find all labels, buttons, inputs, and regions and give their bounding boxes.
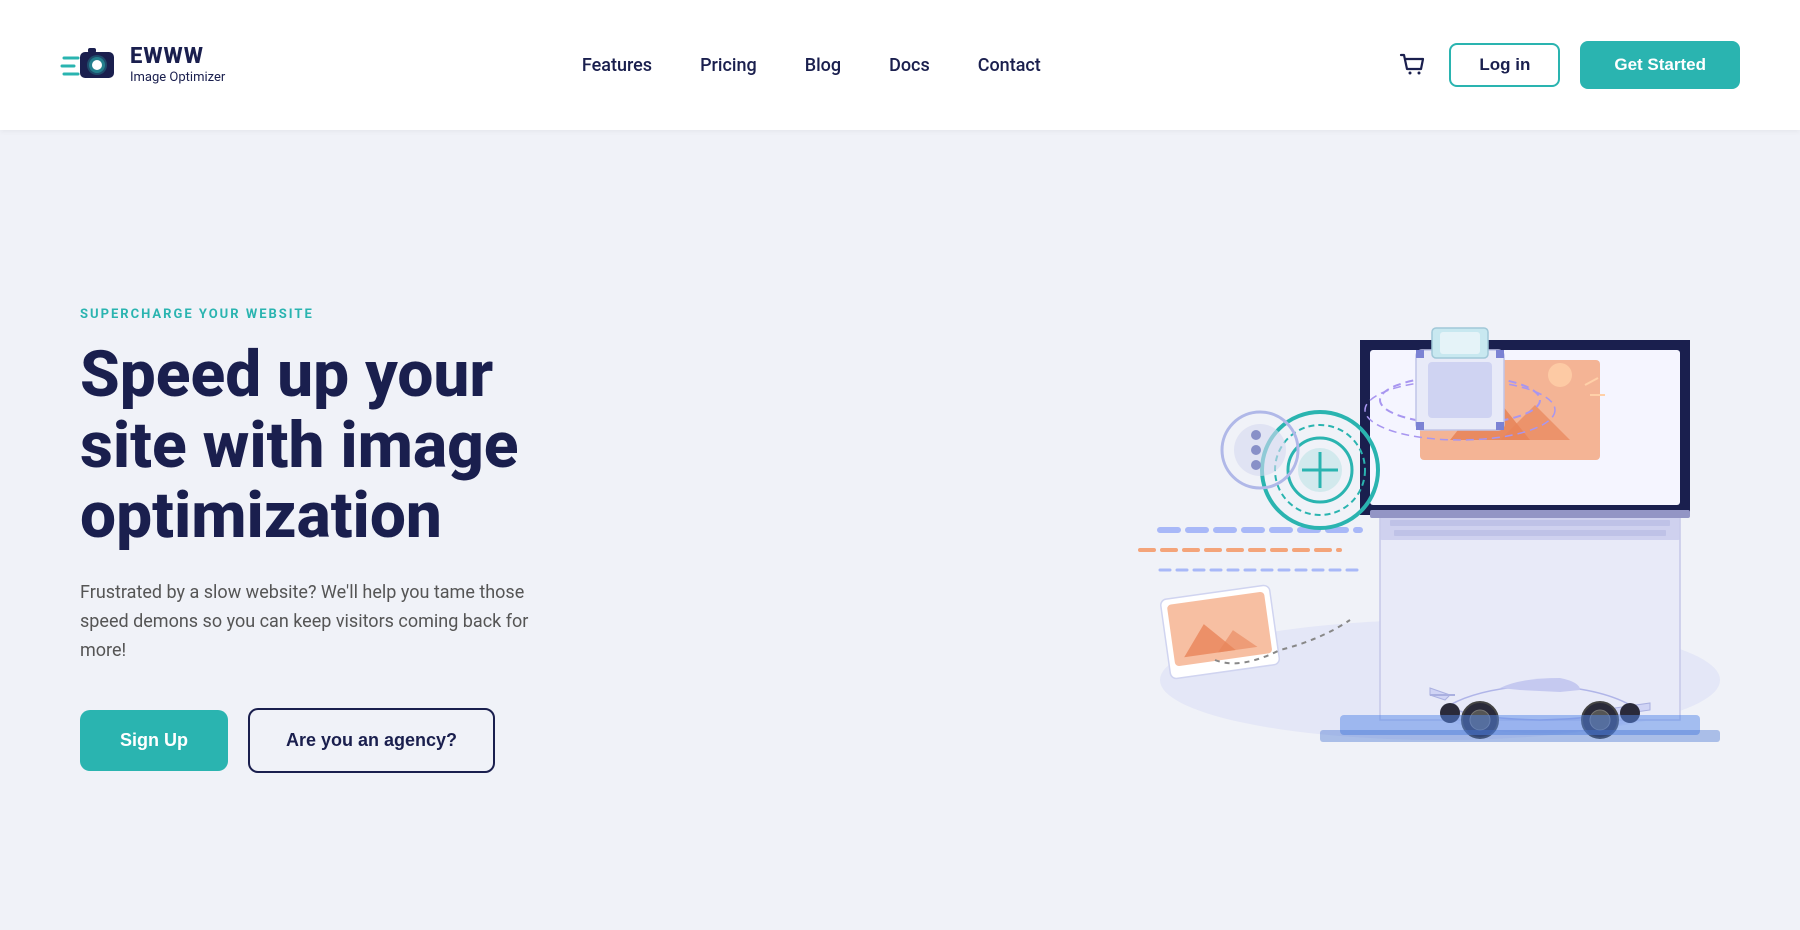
cart-icon[interactable] [1397,49,1429,81]
hero-buttons: Sign Up Are you an agency? [80,708,600,773]
nav-item-docs[interactable]: Docs [889,55,930,76]
hero-eyebrow: SUPERCHARGE YOUR WEBSITE [80,307,600,322]
navbar: EWWW Image Optimizer Features Pricing Bl… [0,0,1800,130]
nav-link-docs[interactable]: Docs [889,55,930,76]
hero-title: Speed up your site with image optimizati… [80,340,600,551]
signup-button[interactable]: Sign Up [80,710,228,771]
nav-link-blog[interactable]: Blog [805,55,841,76]
nav-item-pricing[interactable]: Pricing [700,55,757,76]
nav-right: Log in Get Started [1397,41,1740,89]
logo-link[interactable]: EWWW Image Optimizer [60,36,225,94]
nav-item-features[interactable]: Features [582,55,652,76]
nav-links: Features Pricing Blog Docs Contact [582,55,1041,76]
hero-illustration [600,190,1720,890]
hero-section: SUPERCHARGE YOUR WEBSITE Speed up your s… [0,130,1800,930]
logo-icon [60,36,118,94]
hero-svg [860,160,1760,810]
login-button[interactable]: Log in [1449,43,1560,87]
hero-content: SUPERCHARGE YOUR WEBSITE Speed up your s… [80,307,600,773]
nav-link-features[interactable]: Features [582,55,652,76]
logo-text: EWWW Image Optimizer [130,44,225,86]
nav-link-contact[interactable]: Contact [978,55,1041,76]
agency-button[interactable]: Are you an agency? [248,708,495,773]
nav-link-pricing[interactable]: Pricing [700,55,757,76]
hero-description: Frustrated by a slow website? We'll help… [80,579,540,665]
logo-name: EWWW [130,44,225,70]
nav-item-contact[interactable]: Contact [978,55,1041,76]
get-started-button[interactable]: Get Started [1580,41,1740,89]
nav-item-blog[interactable]: Blog [805,55,841,76]
logo-sub: Image Optimizer [130,70,225,86]
